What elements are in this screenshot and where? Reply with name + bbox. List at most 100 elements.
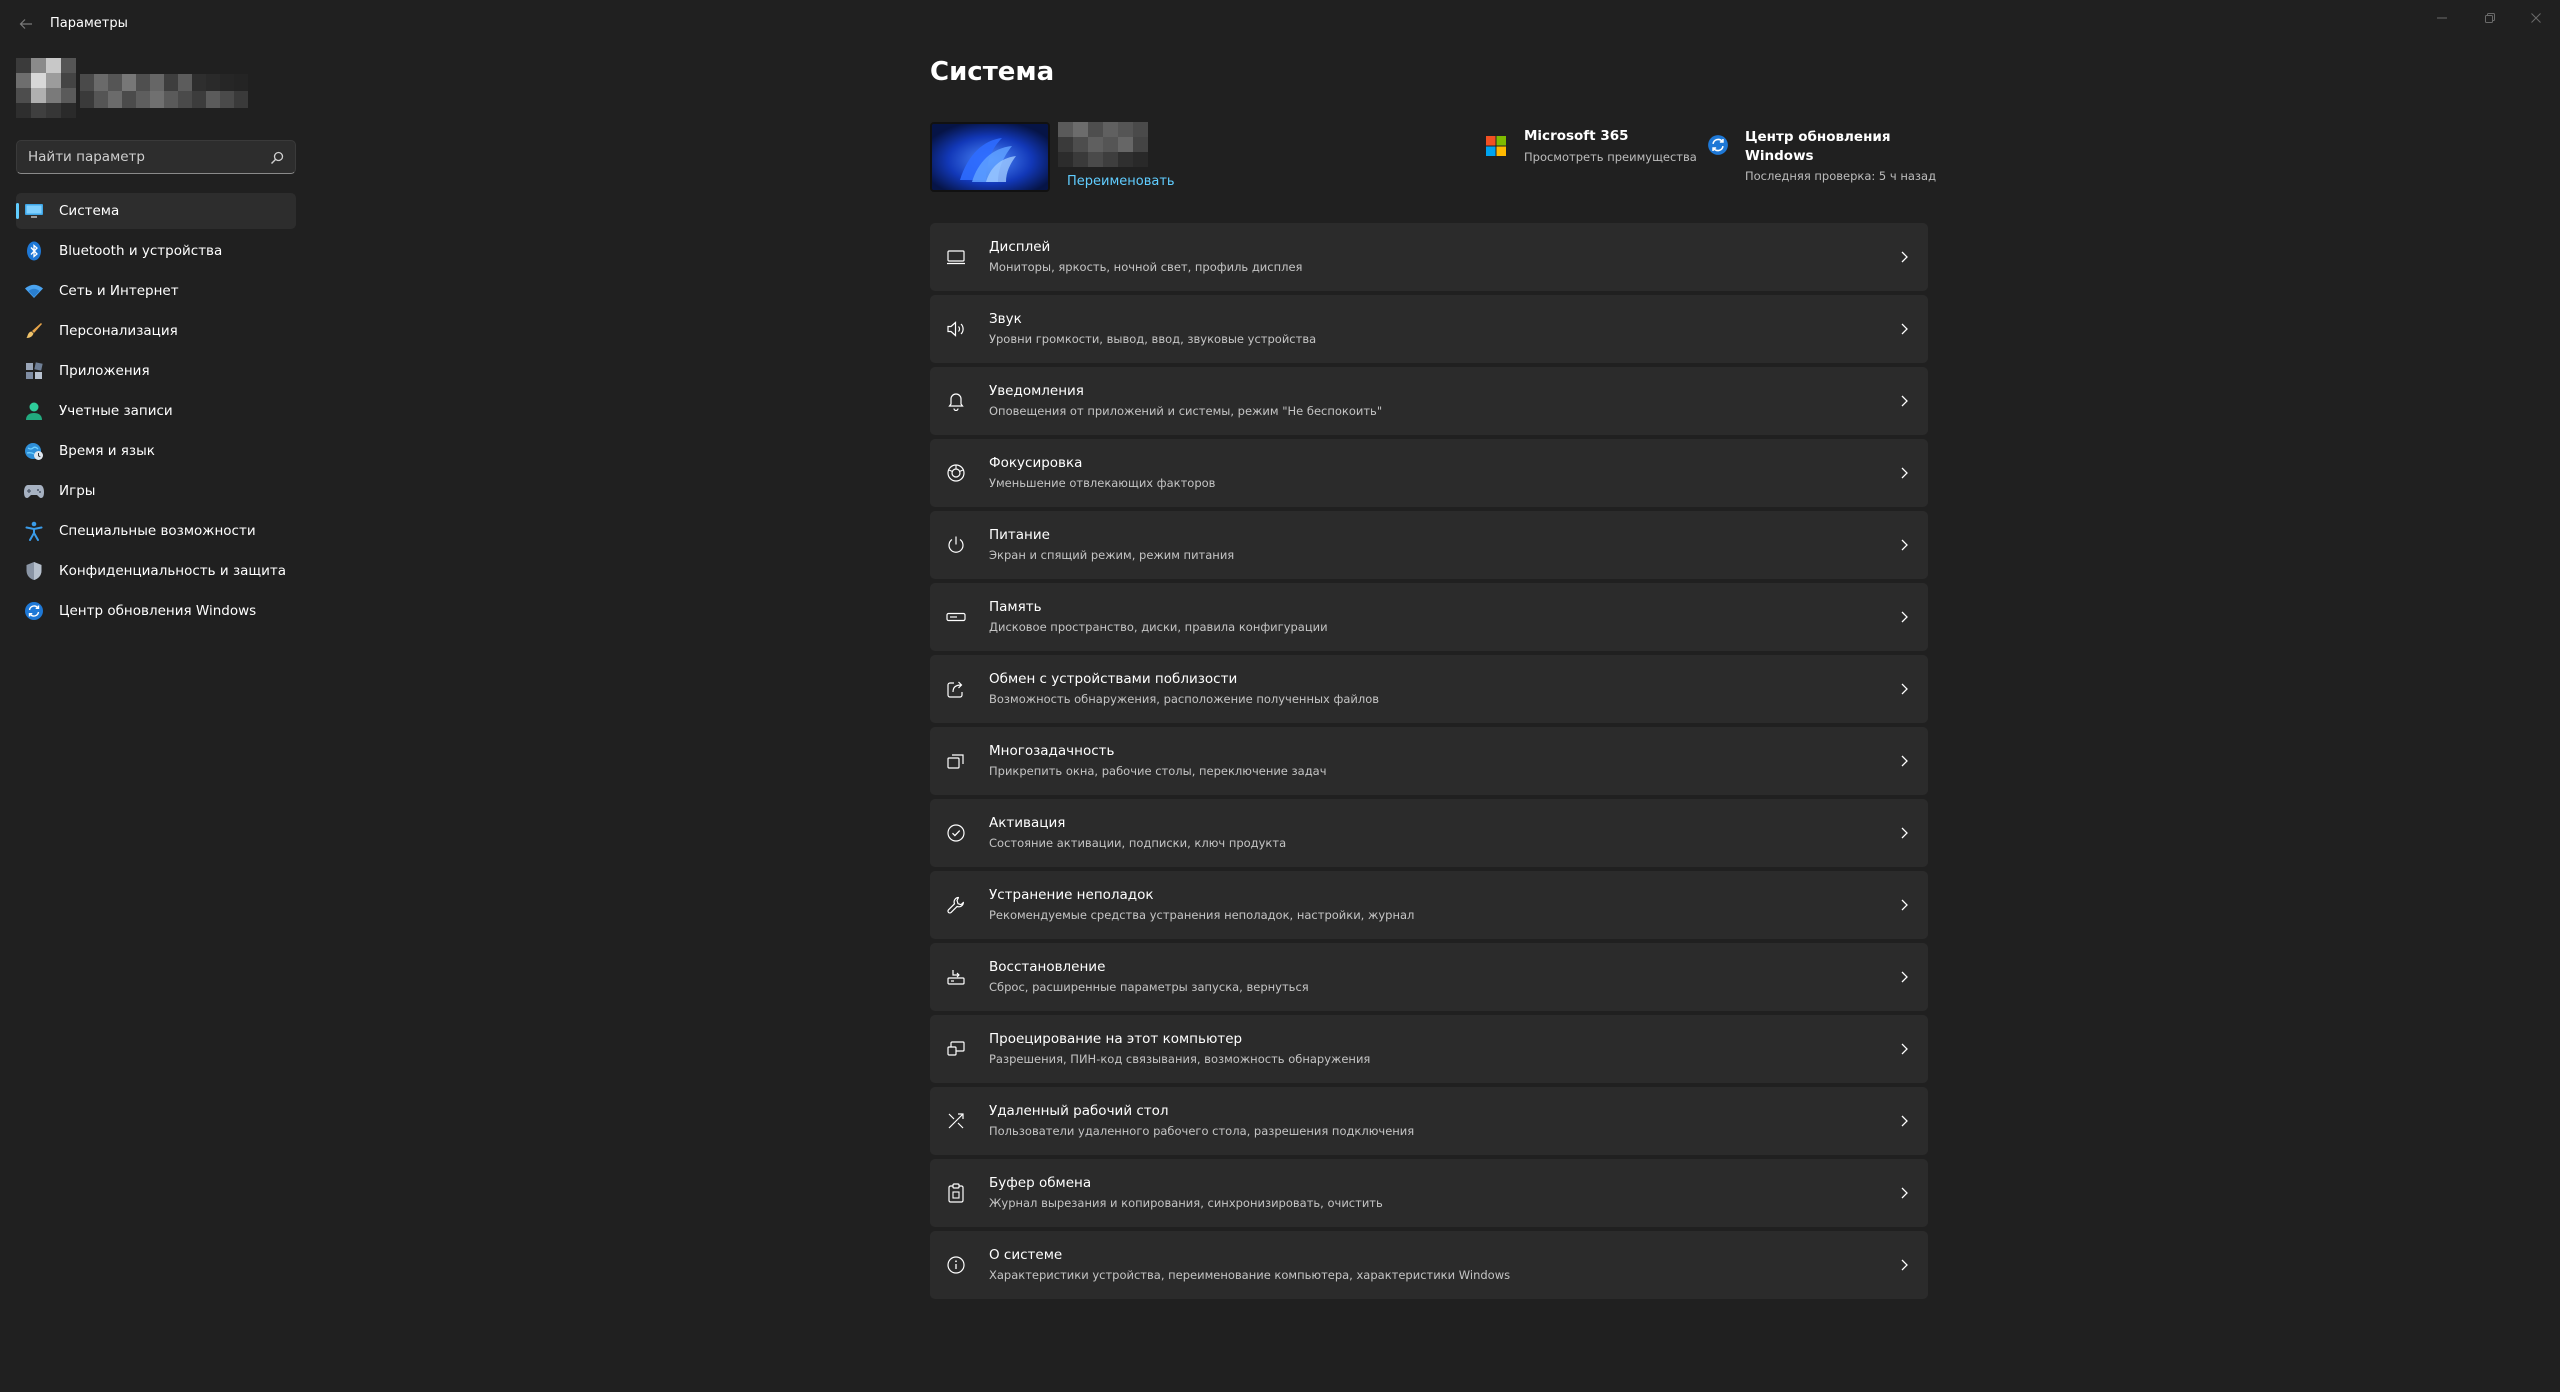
project-icon [946, 1039, 966, 1059]
person-icon [24, 401, 44, 421]
sidebar-item-label: Bluetooth и устройства [59, 243, 223, 259]
card-subtitle: Пользователи удаленного рабочего стола, … [989, 1124, 1415, 1138]
sidebar-item-label: Игры [59, 483, 96, 499]
sidebar-item-bluetooth[interactable]: Bluetooth и устройства [16, 233, 296, 269]
sidebar-nav: Система Bluetooth и устройства Сеть и Ин… [16, 193, 296, 633]
bluetooth-icon [24, 241, 44, 261]
gamepad-icon [24, 481, 44, 501]
card-recovery[interactable]: Восстановление Сброс, расширенные параме… [930, 943, 1928, 1011]
update-icon [1708, 135, 1728, 155]
sidebar-item-accounts[interactable]: Учетные записи [16, 393, 296, 429]
minimize-button[interactable] [2424, 4, 2460, 32]
globe-clock-icon [24, 441, 44, 461]
page-title: Система [930, 57, 1055, 87]
microsoft-365-promo[interactable]: Microsoft 365 Просмотреть преимущества [1486, 126, 1697, 186]
card-subtitle: Экран и спящий режим, режим питания [989, 548, 1235, 562]
card-troubleshoot[interactable]: Устранение неполадок Рекомендуемые средс… [930, 871, 1928, 939]
sidebar-item-windows-update[interactable]: Центр обновления Windows [16, 593, 296, 629]
card-nearby-sharing[interactable]: Обмен с устройствами поблизости Возможно… [930, 655, 1928, 723]
card-sound[interactable]: Звук Уровни громкости, вывод, ввод, звук… [930, 295, 1928, 363]
card-subtitle: Разрешения, ПИН-код связывания, возможно… [989, 1052, 1371, 1066]
card-title: Обмен с устройствами поблизости [989, 671, 1238, 687]
card-title: Активация [989, 815, 1066, 831]
sidebar-item-network[interactable]: Сеть и Интернет [16, 273, 296, 309]
remote-desktop-icon [946, 1111, 966, 1131]
speaker-icon [946, 319, 966, 339]
chevron-right-icon [1901, 323, 1908, 335]
wifi-icon [24, 281, 44, 301]
sidebar-item-label: Учетные записи [59, 403, 173, 419]
sidebar-item-apps[interactable]: Приложения [16, 353, 296, 389]
card-storage[interactable]: Память Дисковое пространство, диски, пра… [930, 583, 1928, 651]
power-icon [946, 535, 966, 555]
card-projecting[interactable]: Проецирование на этот компьютер Разрешен… [930, 1015, 1928, 1083]
card-display[interactable]: Дисплей Мониторы, яркость, ночной свет, … [930, 223, 1928, 291]
avatar[interactable] [16, 58, 76, 118]
restore-button[interactable] [2472, 4, 2508, 32]
recovery-icon [946, 967, 966, 987]
back-button[interactable] [12, 10, 40, 38]
info-icon [946, 1255, 966, 1275]
chevron-right-icon [1901, 539, 1908, 551]
sidebar-item-privacy[interactable]: Конфиденциальность и защита [16, 553, 296, 589]
rename-link[interactable]: Переименовать [1067, 174, 1175, 189]
card-subtitle: Сброс, расширенные параметры запуска, ве… [989, 980, 1309, 994]
chevron-right-icon [1901, 467, 1908, 479]
focus-icon [946, 463, 966, 483]
restore-icon [2485, 13, 2495, 23]
chevron-right-icon [1901, 683, 1908, 695]
chevron-right-icon [1901, 611, 1908, 623]
card-title: Дисплей [989, 239, 1051, 255]
close-button[interactable] [2518, 4, 2554, 32]
card-subtitle: Рекомендуемые средства устранения непола… [989, 908, 1415, 922]
card-multitasking[interactable]: Многозадачность Прикрепить окна, рабочие… [930, 727, 1928, 795]
sidebar-item-label: Специальные возможности [59, 523, 256, 539]
chevron-right-icon [1901, 1043, 1908, 1055]
promo-subtitle: Просмотреть преимущества [1524, 150, 1697, 164]
accessibility-icon [24, 521, 44, 541]
monitor-icon [24, 201, 44, 221]
sidebar-item-personalization[interactable]: Персонализация [16, 313, 296, 349]
sidebar-item-label: Система [59, 203, 120, 219]
sidebar-item-gaming[interactable]: Игры [16, 473, 296, 509]
sidebar-item-label: Сеть и Интернет [59, 283, 179, 299]
card-activation[interactable]: Активация Состояние активации, подписки,… [930, 799, 1928, 867]
device-wallpaper-thumbnail [930, 122, 1050, 192]
search-input[interactable]: Найти параметр [28, 149, 145, 165]
close-icon [2531, 13, 2541, 23]
card-clipboard[interactable]: Буфер обмена Журнал вырезания и копирова… [930, 1159, 1928, 1227]
chevron-right-icon [1901, 899, 1908, 911]
card-title: Звук [989, 311, 1022, 327]
card-title: Многозадачность [989, 743, 1115, 759]
search-box[interactable]: Найти параметр [16, 140, 296, 174]
card-focus[interactable]: Фокусировка Уменьшение отвлекающих факто… [930, 439, 1928, 507]
sidebar-item-accessibility[interactable]: Специальные возможности [16, 513, 296, 549]
card-remote-desktop[interactable]: Удаленный рабочий стол Пользователи удал… [930, 1087, 1928, 1155]
minimize-icon [2437, 17, 2447, 19]
search-icon[interactable] [269, 150, 285, 166]
chevron-right-icon [1901, 251, 1908, 263]
card-title: Устранение неполадок [989, 887, 1154, 903]
sidebar-item-label: Время и язык [59, 443, 155, 459]
promo-subtitle: Последняя проверка: 5 ч назад [1745, 169, 1937, 183]
windows-update-promo[interactable]: Центр обновления Windows Последняя прове… [1707, 126, 1936, 186]
multitask-icon [946, 751, 966, 771]
chevron-right-icon [1901, 1115, 1908, 1127]
profile-name-redacted [80, 74, 248, 108]
sidebar-item-label: Приложения [59, 363, 150, 379]
sidebar-item-time-language[interactable]: Время и язык [16, 433, 296, 469]
card-subtitle: Журнал вырезания и копирования, синхрони… [989, 1196, 1383, 1210]
card-subtitle: Состояние активации, подписки, ключ прод… [989, 836, 1287, 850]
window-title: Параметры [50, 16, 128, 31]
card-power[interactable]: Питание Экран и спящий режим, режим пита… [930, 511, 1928, 579]
share-icon [946, 679, 966, 699]
card-title: Уведомления [989, 383, 1084, 399]
sidebar-item-system[interactable]: Система [16, 193, 296, 229]
chevron-right-icon [1901, 1187, 1908, 1199]
wallpaper-bloom-image [932, 124, 1048, 190]
card-subtitle: Характеристики устройства, переименовани… [989, 1268, 1511, 1282]
card-about[interactable]: О системе Характеристики устройства, пер… [930, 1231, 1928, 1299]
card-notifications[interactable]: Уведомления Оповещения от приложений и с… [930, 367, 1928, 435]
sidebar-item-label: Центр обновления Windows [59, 603, 257, 619]
chevron-right-icon [1901, 827, 1908, 839]
